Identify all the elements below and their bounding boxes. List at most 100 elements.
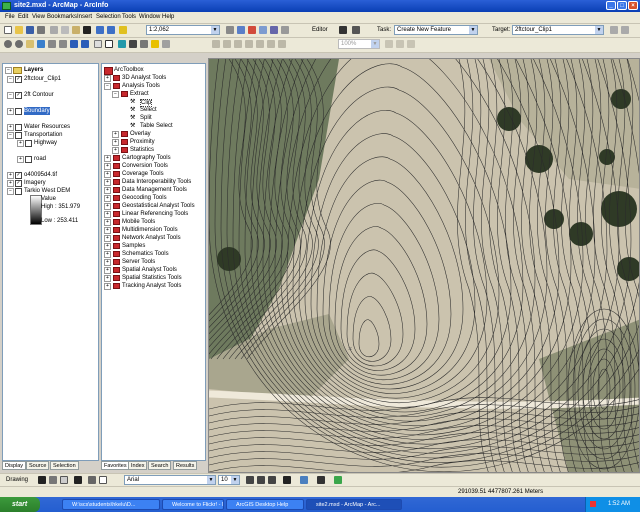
expand-toggle-icon[interactable]: + bbox=[7, 172, 14, 179]
fixed-zoom-in-icon[interactable] bbox=[48, 40, 56, 48]
full-extent-icon[interactable] bbox=[37, 40, 45, 48]
expand-toggle-icon[interactable]: + bbox=[104, 163, 111, 170]
rectangle-tool-icon[interactable] bbox=[60, 476, 68, 484]
expand-toggle-icon[interactable]: + bbox=[104, 155, 111, 162]
font-color-icon[interactable] bbox=[283, 476, 291, 484]
target-combo[interactable]: 2ftctour_Clip1 ▼ bbox=[512, 25, 604, 35]
expand-toggle-icon[interactable]: + bbox=[104, 219, 111, 226]
tab-index[interactable]: Index bbox=[128, 461, 148, 470]
expand-toggle-icon[interactable]: + bbox=[112, 139, 119, 146]
tab-search[interactable]: Search bbox=[148, 461, 172, 470]
layout-zoom-out-icon[interactable] bbox=[223, 40, 231, 48]
task-firefox[interactable]: Welcome to Flickr! - Mozil... bbox=[162, 499, 224, 510]
layout-back-icon[interactable] bbox=[267, 40, 275, 48]
tab-selection[interactable]: Selection bbox=[50, 461, 79, 470]
find-icon[interactable] bbox=[129, 40, 137, 48]
expand-toggle-icon[interactable]: + bbox=[17, 140, 24, 147]
command-line-icon[interactable] bbox=[270, 26, 278, 34]
layout-zoom-combo[interactable]: 100% ▼ bbox=[338, 39, 380, 49]
change-layout-icon[interactable] bbox=[407, 40, 415, 48]
layer-visibility-checkbox[interactable] bbox=[25, 140, 32, 147]
expand-toggle-icon[interactable]: + bbox=[104, 259, 111, 266]
expand-toggle-icon[interactable]: + bbox=[7, 108, 14, 115]
task-arcgis-help[interactable]: ArcGIS Desktop Help bbox=[226, 499, 304, 510]
menu-selection[interactable]: Selection bbox=[96, 14, 121, 20]
zoom-whole-page-icon[interactable] bbox=[245, 40, 253, 48]
close-button[interactable]: × bbox=[628, 1, 638, 10]
add-data-icon[interactable] bbox=[119, 26, 127, 34]
task-combo[interactable]: Create New Feature ▼ bbox=[394, 25, 478, 35]
undo-icon[interactable] bbox=[96, 26, 104, 34]
sketch-tool-icon[interactable] bbox=[352, 26, 360, 34]
expand-toggle-icon[interactable]: + bbox=[104, 235, 111, 242]
start-button[interactable]: start bbox=[0, 497, 40, 512]
menu-edit[interactable]: Edit bbox=[18, 14, 28, 20]
layer-visibility-checkbox[interactable] bbox=[15, 188, 22, 195]
menu-insert[interactable]: Insert bbox=[77, 14, 92, 20]
expand-toggle-icon[interactable]: + bbox=[104, 251, 111, 258]
layout-zoom-in-icon[interactable] bbox=[212, 40, 220, 48]
expand-toggle-icon[interactable]: + bbox=[104, 211, 111, 218]
zoom-100-icon[interactable] bbox=[256, 40, 264, 48]
zoom-out-icon[interactable] bbox=[15, 40, 23, 48]
expand-toggle-icon[interactable]: + bbox=[104, 283, 111, 290]
drawing-menu[interactable]: Drawing bbox=[6, 477, 28, 483]
tab-favorites[interactable]: Favorites bbox=[101, 461, 130, 470]
identify-icon[interactable] bbox=[118, 40, 126, 48]
layout-forward-icon[interactable] bbox=[278, 40, 286, 48]
fixed-zoom-out-icon[interactable] bbox=[59, 40, 67, 48]
redo-icon[interactable] bbox=[107, 26, 115, 34]
minimize-button[interactable]: _ bbox=[606, 1, 616, 10]
expand-toggle-icon[interactable]: − bbox=[7, 132, 14, 139]
new-icon[interactable] bbox=[4, 26, 12, 34]
layer-visibility-checkbox[interactable]: ✓ bbox=[15, 76, 22, 83]
measure-icon[interactable] bbox=[140, 40, 148, 48]
arctoolbox-icon[interactable] bbox=[248, 26, 256, 34]
menu-file[interactable]: File bbox=[5, 14, 15, 20]
cut-icon[interactable] bbox=[50, 26, 58, 34]
print-icon[interactable] bbox=[37, 26, 45, 34]
expand-toggle-icon[interactable]: + bbox=[7, 180, 14, 187]
menu-window[interactable]: Window bbox=[139, 14, 160, 20]
menu-tools[interactable]: Tools bbox=[122, 14, 136, 20]
font-size-combo[interactable]: 10 ▼ bbox=[218, 475, 240, 485]
forward-extent-icon[interactable] bbox=[81, 40, 89, 48]
expand-toggle-icon[interactable]: + bbox=[104, 227, 111, 234]
tray-icon[interactable] bbox=[590, 501, 596, 507]
paste-icon[interactable] bbox=[72, 26, 80, 34]
marker-color-icon[interactable] bbox=[334, 476, 342, 484]
rotate-element-icon[interactable] bbox=[49, 476, 57, 484]
layer-visibility-checkbox[interactable] bbox=[15, 124, 22, 131]
expand-toggle-icon[interactable]: + bbox=[17, 156, 24, 163]
expand-toggle-icon[interactable]: + bbox=[104, 203, 111, 210]
layer-visibility-checkbox[interactable]: ✓ bbox=[15, 180, 22, 187]
select-elements-icon[interactable] bbox=[105, 40, 113, 48]
menu-help[interactable]: Help bbox=[162, 14, 174, 20]
editor-toolbar-icon[interactable] bbox=[226, 26, 234, 34]
expand-toggle-icon[interactable]: + bbox=[112, 131, 119, 138]
focus-data-frame-icon[interactable] bbox=[396, 40, 404, 48]
expand-toggle-icon[interactable]: + bbox=[104, 195, 111, 202]
tab-source[interactable]: Source bbox=[26, 461, 50, 470]
fill-color-icon[interactable] bbox=[300, 476, 308, 484]
map-scale-combo[interactable]: 1:2,062 ▼ bbox=[146, 25, 220, 35]
task-arcmap[interactable]: site2.mxd - ArcMap - Arc... bbox=[306, 499, 402, 510]
back-extent-icon[interactable] bbox=[70, 40, 78, 48]
expand-toggle-icon[interactable]: + bbox=[7, 124, 14, 131]
split-tool-icon[interactable] bbox=[610, 26, 618, 34]
catalog-icon[interactable] bbox=[259, 26, 267, 34]
help-icon[interactable] bbox=[281, 26, 289, 34]
expand-toggle-icon[interactable]: + bbox=[104, 275, 111, 282]
expand-toggle-icon[interactable]: + bbox=[104, 267, 111, 274]
toggle-draft-icon[interactable] bbox=[385, 40, 393, 48]
expand-toggle-icon[interactable]: + bbox=[104, 179, 111, 186]
new-text-icon[interactable] bbox=[99, 476, 107, 484]
time-slider-icon[interactable] bbox=[162, 40, 170, 48]
font-combo[interactable]: Arial ▼ bbox=[124, 475, 216, 485]
italic-icon[interactable] bbox=[257, 476, 265, 484]
expand-toggle-icon[interactable]: − bbox=[7, 76, 14, 83]
menu-view[interactable]: View bbox=[32, 14, 45, 20]
copy-icon[interactable] bbox=[61, 26, 69, 34]
menu-bookmarks[interactable]: Bookmarks bbox=[47, 14, 77, 20]
map-view[interactable]: × bbox=[208, 58, 640, 473]
